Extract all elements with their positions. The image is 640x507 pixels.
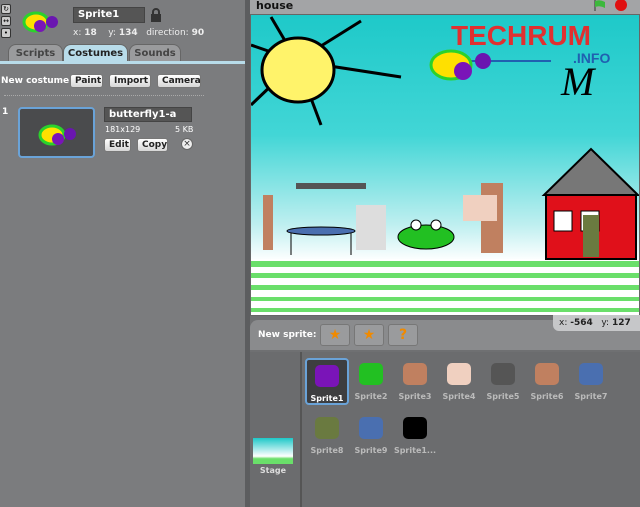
stage-header: house xyxy=(250,0,640,14)
copy-costume-button[interactable]: Copy xyxy=(137,138,168,152)
lock-icon[interactable] xyxy=(150,8,162,22)
new-costume-label: New costume: xyxy=(1,76,73,86)
edit-costume-button[interactable]: Edit xyxy=(104,138,131,152)
new-sprite-label: New sprite: xyxy=(258,330,317,340)
costume-thumbnail[interactable] xyxy=(18,107,95,158)
sprite-image xyxy=(349,358,393,390)
sprite-list: Stage Sprite1 Sprite2 Sprite3 Sprite4 Sprite… xyxy=(250,352,640,507)
mouse-coordinates: x: -564 y: 127 xyxy=(553,315,640,331)
butterfly-sprite xyxy=(429,49,491,81)
sprite-label: Sprite1 xyxy=(310,394,344,403)
tab-divider xyxy=(0,61,245,64)
sprite-label: Sprite2 xyxy=(354,392,388,401)
rotate-style-button[interactable]: ↻ xyxy=(1,4,11,14)
sprite-image xyxy=(305,412,349,444)
sprite-thumbnail-5[interactable]: Sprite5 xyxy=(481,358,525,401)
tab-costumes[interactable]: Costumes xyxy=(63,44,128,62)
trampoline xyxy=(286,226,356,255)
sprite-label: Sprite7 xyxy=(574,392,608,401)
sprite-label: Sprite8 xyxy=(310,446,344,455)
ground-stripes xyxy=(251,259,639,315)
stage-thumbnail[interactable]: Stage xyxy=(253,438,293,475)
tab-sounds[interactable]: Sounds xyxy=(129,44,181,62)
sprite-panel: ↻ ↔ • Sprite1 x: 18 y: 134 direction: 90… xyxy=(0,0,245,507)
sprite-image xyxy=(307,360,347,392)
random-sprite-button[interactable]: ? xyxy=(388,324,418,346)
paint-new-sprite-button[interactable]: ★ xyxy=(320,324,350,346)
svg-text:M: M xyxy=(560,59,597,104)
svg-text:TECHRUM: TECHRUM xyxy=(451,20,591,51)
flip-style-button[interactable]: ↔ xyxy=(1,16,11,26)
sprite-label: Sprite3 xyxy=(398,392,432,401)
frog-sprite xyxy=(397,219,455,250)
sprite-image xyxy=(569,358,613,390)
import-button[interactable]: Import xyxy=(109,74,151,88)
sprite-thumbnail-1[interactable]: Sprite1 xyxy=(305,358,349,405)
sprite-image xyxy=(349,412,393,444)
stage-divider xyxy=(300,352,302,507)
green-flag-icon[interactable] xyxy=(593,0,607,11)
sprite-thumbnail-8[interactable]: Sprite8 xyxy=(305,412,349,455)
sprite-label: Sprite5 xyxy=(486,392,520,401)
project-title: house xyxy=(256,0,294,12)
sprite-thumbnail-10[interactable]: Sprite1... xyxy=(393,412,437,455)
tab-scripts[interactable]: Scripts xyxy=(8,44,63,62)
sprite-thumbnail-7[interactable]: Sprite7 xyxy=(569,358,613,401)
choose-sprite-file-button[interactable]: ★ xyxy=(354,324,384,346)
sprite-thumbnail-6[interactable]: Sprite6 xyxy=(525,358,569,401)
sprite-position: x: 18 y: 134 direction: 90 xyxy=(73,28,205,38)
camera-button[interactable]: Camera xyxy=(157,74,201,88)
sprite-thumbnail xyxy=(22,11,58,33)
sprite-thumbnail-3[interactable]: Sprite3 xyxy=(393,358,437,401)
paint-button[interactable]: Paint xyxy=(70,74,103,88)
sprite-label: Sprite1... xyxy=(393,446,437,455)
sprite-label: Sprite6 xyxy=(530,392,564,401)
sprite-label: Sprite4 xyxy=(442,392,476,401)
costume-filesize: 5 KB xyxy=(175,125,194,134)
delete-costume-icon[interactable]: × xyxy=(181,138,193,150)
sprite-thumbnail-4[interactable]: Sprite4 xyxy=(437,358,481,401)
sprite-thumbnail-9[interactable]: Sprite9 xyxy=(349,412,393,455)
sprite-label: Sprite9 xyxy=(354,446,388,455)
divider xyxy=(4,95,204,96)
sprite-thumbnail-2[interactable]: Sprite2 xyxy=(349,358,393,401)
sun-icon xyxy=(251,16,402,126)
costume-dimensions: 181x129 xyxy=(105,125,141,134)
no-rotate-button[interactable]: • xyxy=(1,28,11,38)
costume-index: 1 xyxy=(2,107,9,117)
sprite-image xyxy=(437,358,481,390)
sprite-image xyxy=(393,358,437,390)
stage-canvas[interactable]: TECHRUM .INFO M xyxy=(250,14,640,316)
stage-scene: TECHRUM .INFO M xyxy=(251,16,639,315)
sprite-image xyxy=(525,358,569,390)
sprite-image xyxy=(393,412,437,444)
watermark-logo: TECHRUM .INFO M xyxy=(451,20,610,104)
costume-name-field[interactable]: butterfly1-a xyxy=(104,107,192,122)
sprite-image xyxy=(481,358,525,390)
sprite-name-field[interactable]: Sprite1 xyxy=(73,7,145,23)
